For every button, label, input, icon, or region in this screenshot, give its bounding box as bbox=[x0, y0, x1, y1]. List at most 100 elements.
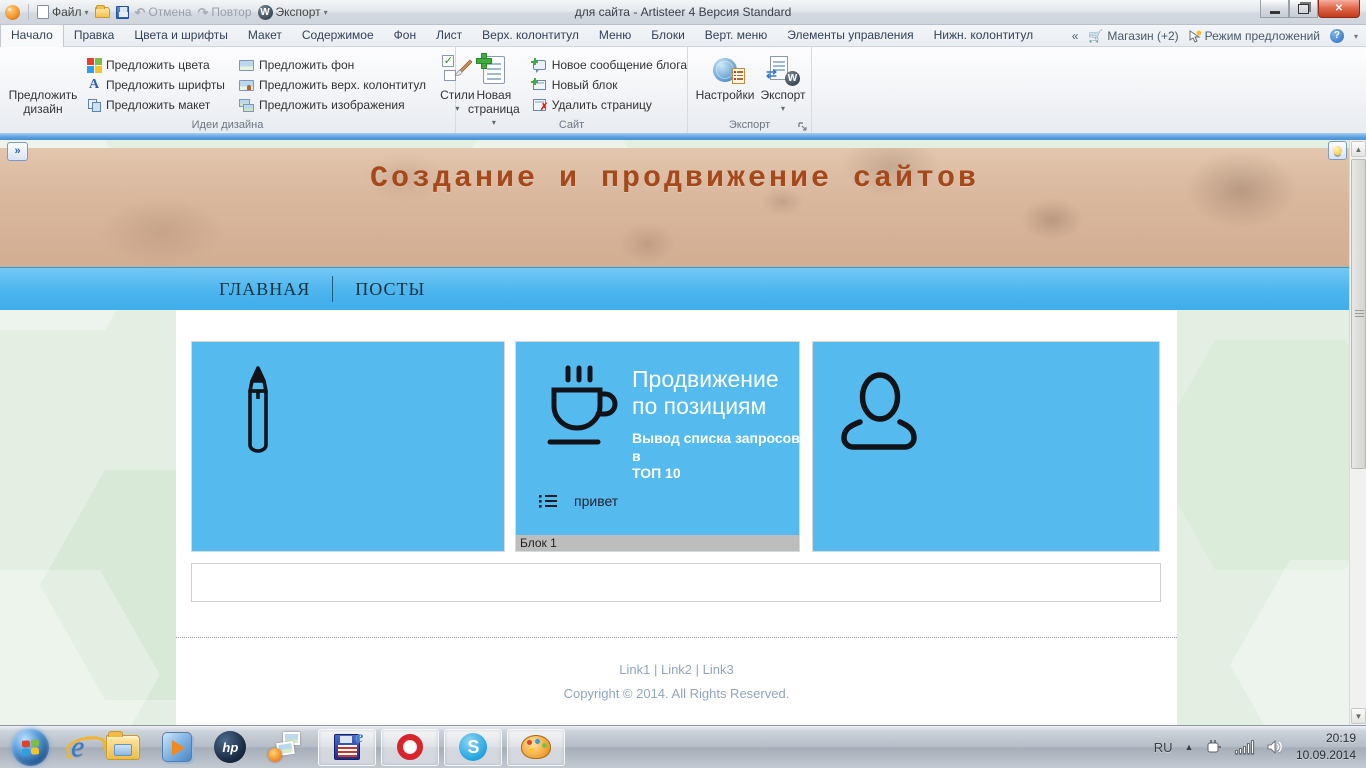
dialog-launcher-icon[interactable] bbox=[798, 121, 808, 131]
lightbulb-icon bbox=[1333, 146, 1342, 155]
clock-time: 20:19 bbox=[1325, 730, 1356, 745]
save-button[interactable] bbox=[115, 5, 129, 19]
suggest-images-button[interactable]: Предложить изображения bbox=[239, 97, 426, 113]
empty-content-box[interactable] bbox=[191, 563, 1161, 602]
chevron-down-icon[interactable]: ▾ bbox=[1354, 32, 1358, 41]
scrollbar-thumb[interactable] bbox=[1351, 159, 1366, 469]
suggest-header-button[interactable]: Предложить верх. колонтитул bbox=[239, 77, 426, 93]
card-title[interactable]: Продвижение по позициям bbox=[632, 366, 779, 420]
tab-content[interactable]: Содержимое bbox=[292, 25, 384, 46]
suggestion-bulb-button[interactable] bbox=[1328, 141, 1347, 160]
minimize-button[interactable] bbox=[1260, 0, 1289, 18]
network-icon[interactable] bbox=[1235, 740, 1254, 754]
footer-links[interactable]: Link1 | Link2 | Link3 bbox=[176, 662, 1177, 677]
suggest-colors-button[interactable]: Предложить цвета bbox=[86, 57, 225, 73]
settings-button[interactable]: Настройки bbox=[694, 51, 756, 106]
new-block-label: Новый блок bbox=[551, 78, 618, 92]
chevron-down-icon: ▾ bbox=[323, 7, 328, 17]
expand-panel-button[interactable]: » bbox=[7, 142, 28, 161]
card-promotion[interactable]: Продвижение по позициям Вывод списка запр… bbox=[515, 341, 800, 552]
layout-icon bbox=[86, 97, 102, 113]
suggest-layout-button[interactable]: Предложить макет bbox=[86, 97, 225, 113]
taskbar-clock[interactable]: 20:19 10.09.2014 bbox=[1296, 730, 1356, 765]
new-blog-post-button[interactable]: Новое сообщение блога bbox=[531, 57, 687, 73]
export-button[interactable]: ⇄ W Экспорт ▾ bbox=[756, 51, 810, 116]
tab-menu[interactable]: Меню bbox=[589, 25, 641, 46]
app-logo-icon[interactable] bbox=[5, 4, 20, 20]
card-subtitle[interactable]: Вывод списка запросов в ТОП 10 bbox=[632, 430, 808, 483]
nav-item-posts[interactable]: ПОСТЫ bbox=[333, 279, 447, 300]
suggestion-mode-button[interactable]: Режим предложений bbox=[1189, 29, 1320, 43]
site-header-image[interactable]: Создание и продвижение сайтов bbox=[0, 148, 1349, 267]
nav-item-home[interactable]: ГЛАВНАЯ bbox=[197, 279, 332, 300]
tab-home[interactable]: Начало bbox=[0, 24, 64, 47]
suggest-design-button[interactable]: Предложить дизайн bbox=[6, 51, 80, 120]
photo-viewer-icon[interactable] bbox=[268, 732, 301, 762]
store-button[interactable]: 🛒 Магазин (+2) bbox=[1088, 29, 1178, 43]
tab-vertical-menu[interactable]: Верт. меню bbox=[695, 25, 777, 46]
redo-button[interactable]: ↷ Повтор bbox=[198, 5, 252, 19]
taskbar-app-skype[interactable]: S bbox=[444, 728, 503, 766]
undo-button[interactable]: ↶ Отмена bbox=[135, 5, 192, 19]
scroll-up-button[interactable]: ▲ bbox=[1351, 141, 1366, 157]
file-menu-label: Файл bbox=[52, 5, 82, 19]
tab-background[interactable]: Фон bbox=[384, 25, 426, 46]
header-image-icon bbox=[239, 77, 255, 93]
power-plug-icon[interactable] bbox=[1205, 739, 1223, 755]
tab-bar-right-cluster: « 🛒 Магазин (+2) Режим предложений ? ▾ bbox=[1064, 29, 1366, 46]
tab-header[interactable]: Верх. колонтитул bbox=[472, 25, 589, 46]
ribbon-bottom-strip bbox=[0, 133, 1366, 140]
new-document-button[interactable]: Файл ▾ bbox=[37, 5, 89, 19]
skype-letter: S bbox=[467, 736, 480, 757]
suggest-background-button[interactable]: Предложить фон bbox=[239, 57, 426, 73]
tab-footer[interactable]: Нижн. колонтитул bbox=[924, 25, 1044, 46]
card-pen[interactable] bbox=[191, 341, 505, 552]
design-preview-canvas[interactable]: Создание и продвижение сайтов ГЛАВНАЯ ПО… bbox=[0, 140, 1366, 725]
taskbar-app-opera[interactable] bbox=[381, 728, 440, 766]
site-nav-bar[interactable]: ГЛАВНАЯ ПОСТЫ bbox=[0, 267, 1349, 310]
tab-sheet[interactable]: Лист bbox=[426, 25, 472, 46]
tab-controls[interactable]: Элементы управления bbox=[777, 25, 923, 46]
taskbar-app-artisteer[interactable] bbox=[507, 728, 566, 766]
chevron-down-icon: ▾ bbox=[780, 103, 785, 113]
windows-flag-icon bbox=[22, 738, 39, 756]
close-button[interactable]: ✕ bbox=[1318, 0, 1360, 18]
tab-blocks[interactable]: Блоки bbox=[641, 25, 695, 46]
scroll-down-button[interactable]: ▼ bbox=[1351, 708, 1366, 724]
list-item-text: привет bbox=[574, 493, 619, 509]
images-icon bbox=[239, 97, 255, 113]
internet-explorer-icon[interactable]: e bbox=[71, 732, 84, 762]
new-page-button[interactable]: Новая страница ▾ bbox=[462, 51, 526, 130]
suggest-header-label: Предложить верх. колонтитул bbox=[258, 78, 427, 92]
hp-app-icon[interactable]: hp bbox=[214, 731, 247, 763]
save-icon bbox=[115, 5, 129, 19]
new-block-button[interactable]: Новый блок bbox=[531, 77, 687, 93]
media-player-icon[interactable] bbox=[162, 732, 193, 762]
open-button[interactable] bbox=[94, 4, 110, 18]
group-design-ideas: Предложить дизайн Предложить цвета А Пред… bbox=[0, 47, 475, 133]
card-list-item[interactable]: привет bbox=[538, 492, 618, 510]
language-indicator[interactable]: RU bbox=[1154, 740, 1173, 755]
block-selection-bar[interactable]: Блок 1 bbox=[516, 535, 799, 551]
card-person[interactable] bbox=[812, 341, 1160, 552]
website-preview[interactable]: Создание и продвижение сайтов ГЛАВНАЯ ПО… bbox=[0, 140, 1349, 725]
tab-edit[interactable]: Правка bbox=[64, 25, 125, 46]
vertical-scrollbar[interactable]: ▲ ▼ bbox=[1349, 140, 1366, 725]
suggest-fonts-button[interactable]: А Предложить шрифты bbox=[86, 77, 225, 93]
volume-icon[interactable] bbox=[1266, 739, 1284, 755]
cart-icon: 🛒 bbox=[1088, 29, 1104, 43]
restore-button[interactable] bbox=[1289, 0, 1318, 18]
help-icon[interactable]: ? bbox=[1329, 29, 1344, 43]
tab-layout[interactable]: Макет bbox=[238, 25, 292, 46]
tab-colors-fonts[interactable]: Цвета и шрифты bbox=[124, 25, 238, 46]
site-title[interactable]: Создание и продвижение сайтов bbox=[0, 162, 1349, 196]
site-content-sheet[interactable]: Продвижение по позициям Вывод списка запр… bbox=[176, 310, 1177, 725]
person-icon bbox=[841, 372, 917, 450]
windows-explorer-icon[interactable] bbox=[106, 730, 141, 760]
export-wordpress-button[interactable]: W Экспорт ▾ bbox=[257, 4, 328, 20]
taskbar-app-floppy[interactable]: e bbox=[318, 728, 377, 766]
start-button[interactable] bbox=[12, 728, 49, 766]
collapse-tabs-button[interactable]: « bbox=[1072, 29, 1079, 43]
delete-page-button[interactable]: ✗ Удалить страницу bbox=[532, 97, 687, 113]
hidden-icons-button[interactable]: ▲ bbox=[1185, 742, 1194, 752]
